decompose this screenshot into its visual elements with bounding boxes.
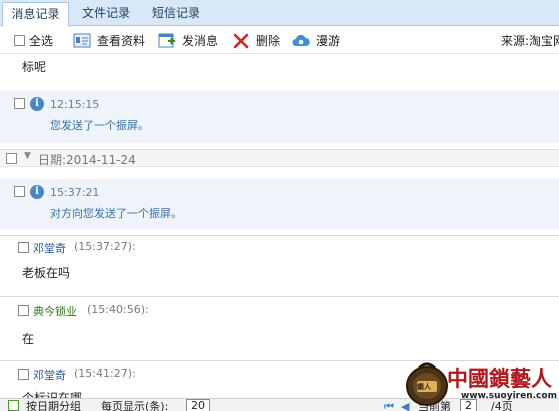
tab-bar: 消息记录 文件记录 短信记录 [0,0,559,27]
message-text: 老板在吗 [22,266,71,280]
send-message-icon [158,33,175,48]
system-message: 您发送了一个振屏。 [50,119,149,132]
per-page-input[interactable]: 20 [186,399,210,411]
system-entry: i 15:37:21 对方向您发送了一个振屏。 [0,179,559,229]
tab-sms-records[interactable]: 短信记录 [144,2,208,26]
entry-checkbox[interactable] [14,98,25,109]
per-page-label: 每页显示(条): [101,400,169,411]
chat-message: 典今锁业 (15:40:56): 在 [0,296,559,358]
profile-card-icon [73,33,91,48]
info-icon: i [30,185,44,199]
message-time: (15:37:27): [74,240,136,253]
toolbar: 全选 查看资料 发消息 删除 漫游 来源:淘宝网 [0,27,559,54]
brand-url: www.suoyiren.com [461,391,557,401]
brand-name: 中國鎖藝人 [447,366,552,391]
collapse-arrow-icon[interactable]: ▼ [24,151,31,161]
sender-name[interactable]: 典今锁业 [33,303,77,319]
sender-name[interactable]: 邓堂奇 [33,240,66,256]
system-entry: i 12:15:15 您发送了一个振屏。 [0,91,559,143]
info-icon: i [30,97,44,111]
entry-checkbox[interactable] [14,186,25,197]
entry-time: 15:37:21 [50,186,100,199]
message-text: 在 [22,332,35,346]
date-group-checkbox[interactable] [6,153,17,164]
delete-x-icon [233,33,249,49]
cloud-icon [292,34,310,46]
message-log: 标呢 i 12:15:15 您发送了一个振屏。 ▼ 日期:2014-11-24 … [0,55,559,398]
log-fragment: 标呢 [0,55,559,91]
source-label: 来源:淘宝网 [501,34,559,48]
logo-text: 鎖人 [417,383,431,391]
message-text: 标呢 [22,60,47,74]
sender-name[interactable]: 邓堂奇 [33,367,66,383]
message-checkbox[interactable] [18,369,29,380]
group-by-date-checkbox[interactable] [8,400,19,411]
message-time: (15:41:27): [74,367,136,380]
checkbox-icon[interactable] [14,35,25,46]
chat-message: 邓堂奇 (15:37:27): 老板在吗 [0,235,559,292]
chat-history-window: 消息记录 文件记录 短信记录 全选 查看资料 发消息 删除 漫游 来源:淘宝网 … [0,0,559,411]
group-by-date-label: 按日期分组 [26,400,81,411]
first-page-icon[interactable]: ⏮ [384,400,394,411]
message-checkbox[interactable] [18,242,29,253]
message-checkbox[interactable] [18,305,29,316]
system-message: 对方向您发送了一个振屏。 [50,207,182,220]
message-time: (15:40:56): [87,303,149,316]
view-profile-label: 查看资料 [97,34,146,48]
watermark: 鎖人 中國鎖藝人 www.suoyiren.com [405,358,559,411]
entry-time: 12:15:15 [50,98,100,111]
tab-file-records[interactable]: 文件记录 [74,2,138,26]
message-text: 个标识在哪 [22,391,83,398]
tab-message-records[interactable]: 消息记录 [2,2,69,27]
date-label: 日期:2014-11-24 [38,153,136,167]
delete-label: 删除 [256,34,281,48]
date-group-header[interactable]: ▼ 日期:2014-11-24 [0,149,559,167]
roam-label: 漫游 [316,34,341,48]
send-message-label: 发消息 [182,34,219,48]
select-all-label: 全选 [29,34,54,48]
